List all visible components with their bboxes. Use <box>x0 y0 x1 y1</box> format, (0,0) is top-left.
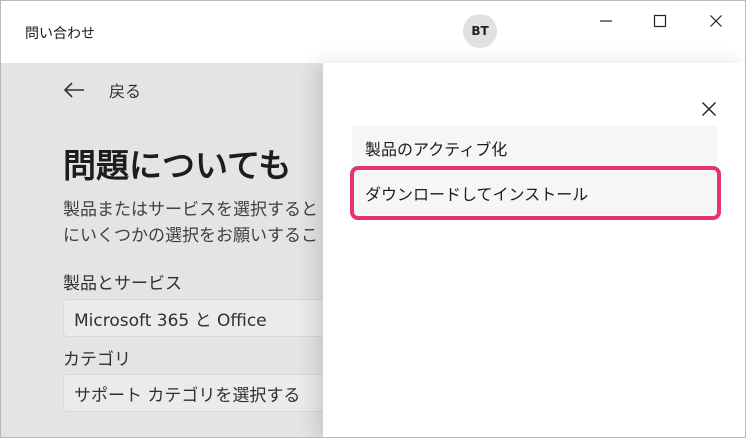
maximize-button[interactable] <box>637 1 683 41</box>
back-label: 戻る <box>109 82 142 101</box>
category-select[interactable]: サポート カテゴリを選択する <box>63 374 363 412</box>
page-heading: 問題についても <box>63 146 292 185</box>
category-flyout-panel: 製品のアクティブ化 ダウンロードしてインストール <box>323 63 745 437</box>
window-close-button[interactable] <box>693 1 739 41</box>
app-window: 問い合わせ BT 戻る 問題についても 製品またはサービスを選択すると にいくつ… <box>0 0 746 438</box>
minimize-icon <box>600 20 612 22</box>
title-bar: 問い合わせ BT <box>1 1 745 63</box>
close-icon <box>702 102 716 116</box>
description-line: 製品またはサービスを選択すると <box>63 200 318 220</box>
user-avatar[interactable]: BT <box>463 14 497 48</box>
option-download-install[interactable]: ダウンロードしてインストール <box>352 171 717 215</box>
category-label: カテゴリ <box>63 350 131 370</box>
panel-close-button[interactable] <box>695 95 723 123</box>
description-line: にいくつかの選択をお願いするこ <box>63 226 318 246</box>
back-arrow-icon <box>63 82 84 98</box>
option-product-activation[interactable]: 製品のアクティブ化 <box>352 126 717 170</box>
back-button[interactable]: 戻る <box>63 77 141 103</box>
minimize-button[interactable] <box>583 1 629 41</box>
maximize-icon <box>653 14 667 28</box>
product-select[interactable]: Microsoft 365 と Office <box>63 299 363 337</box>
page-description: 製品またはサービスを選択すると にいくつかの選択をお願いするこ <box>63 197 363 249</box>
close-icon <box>710 15 722 27</box>
product-label: 製品とサービス <box>63 274 182 294</box>
app-title: 問い合わせ <box>25 26 95 42</box>
